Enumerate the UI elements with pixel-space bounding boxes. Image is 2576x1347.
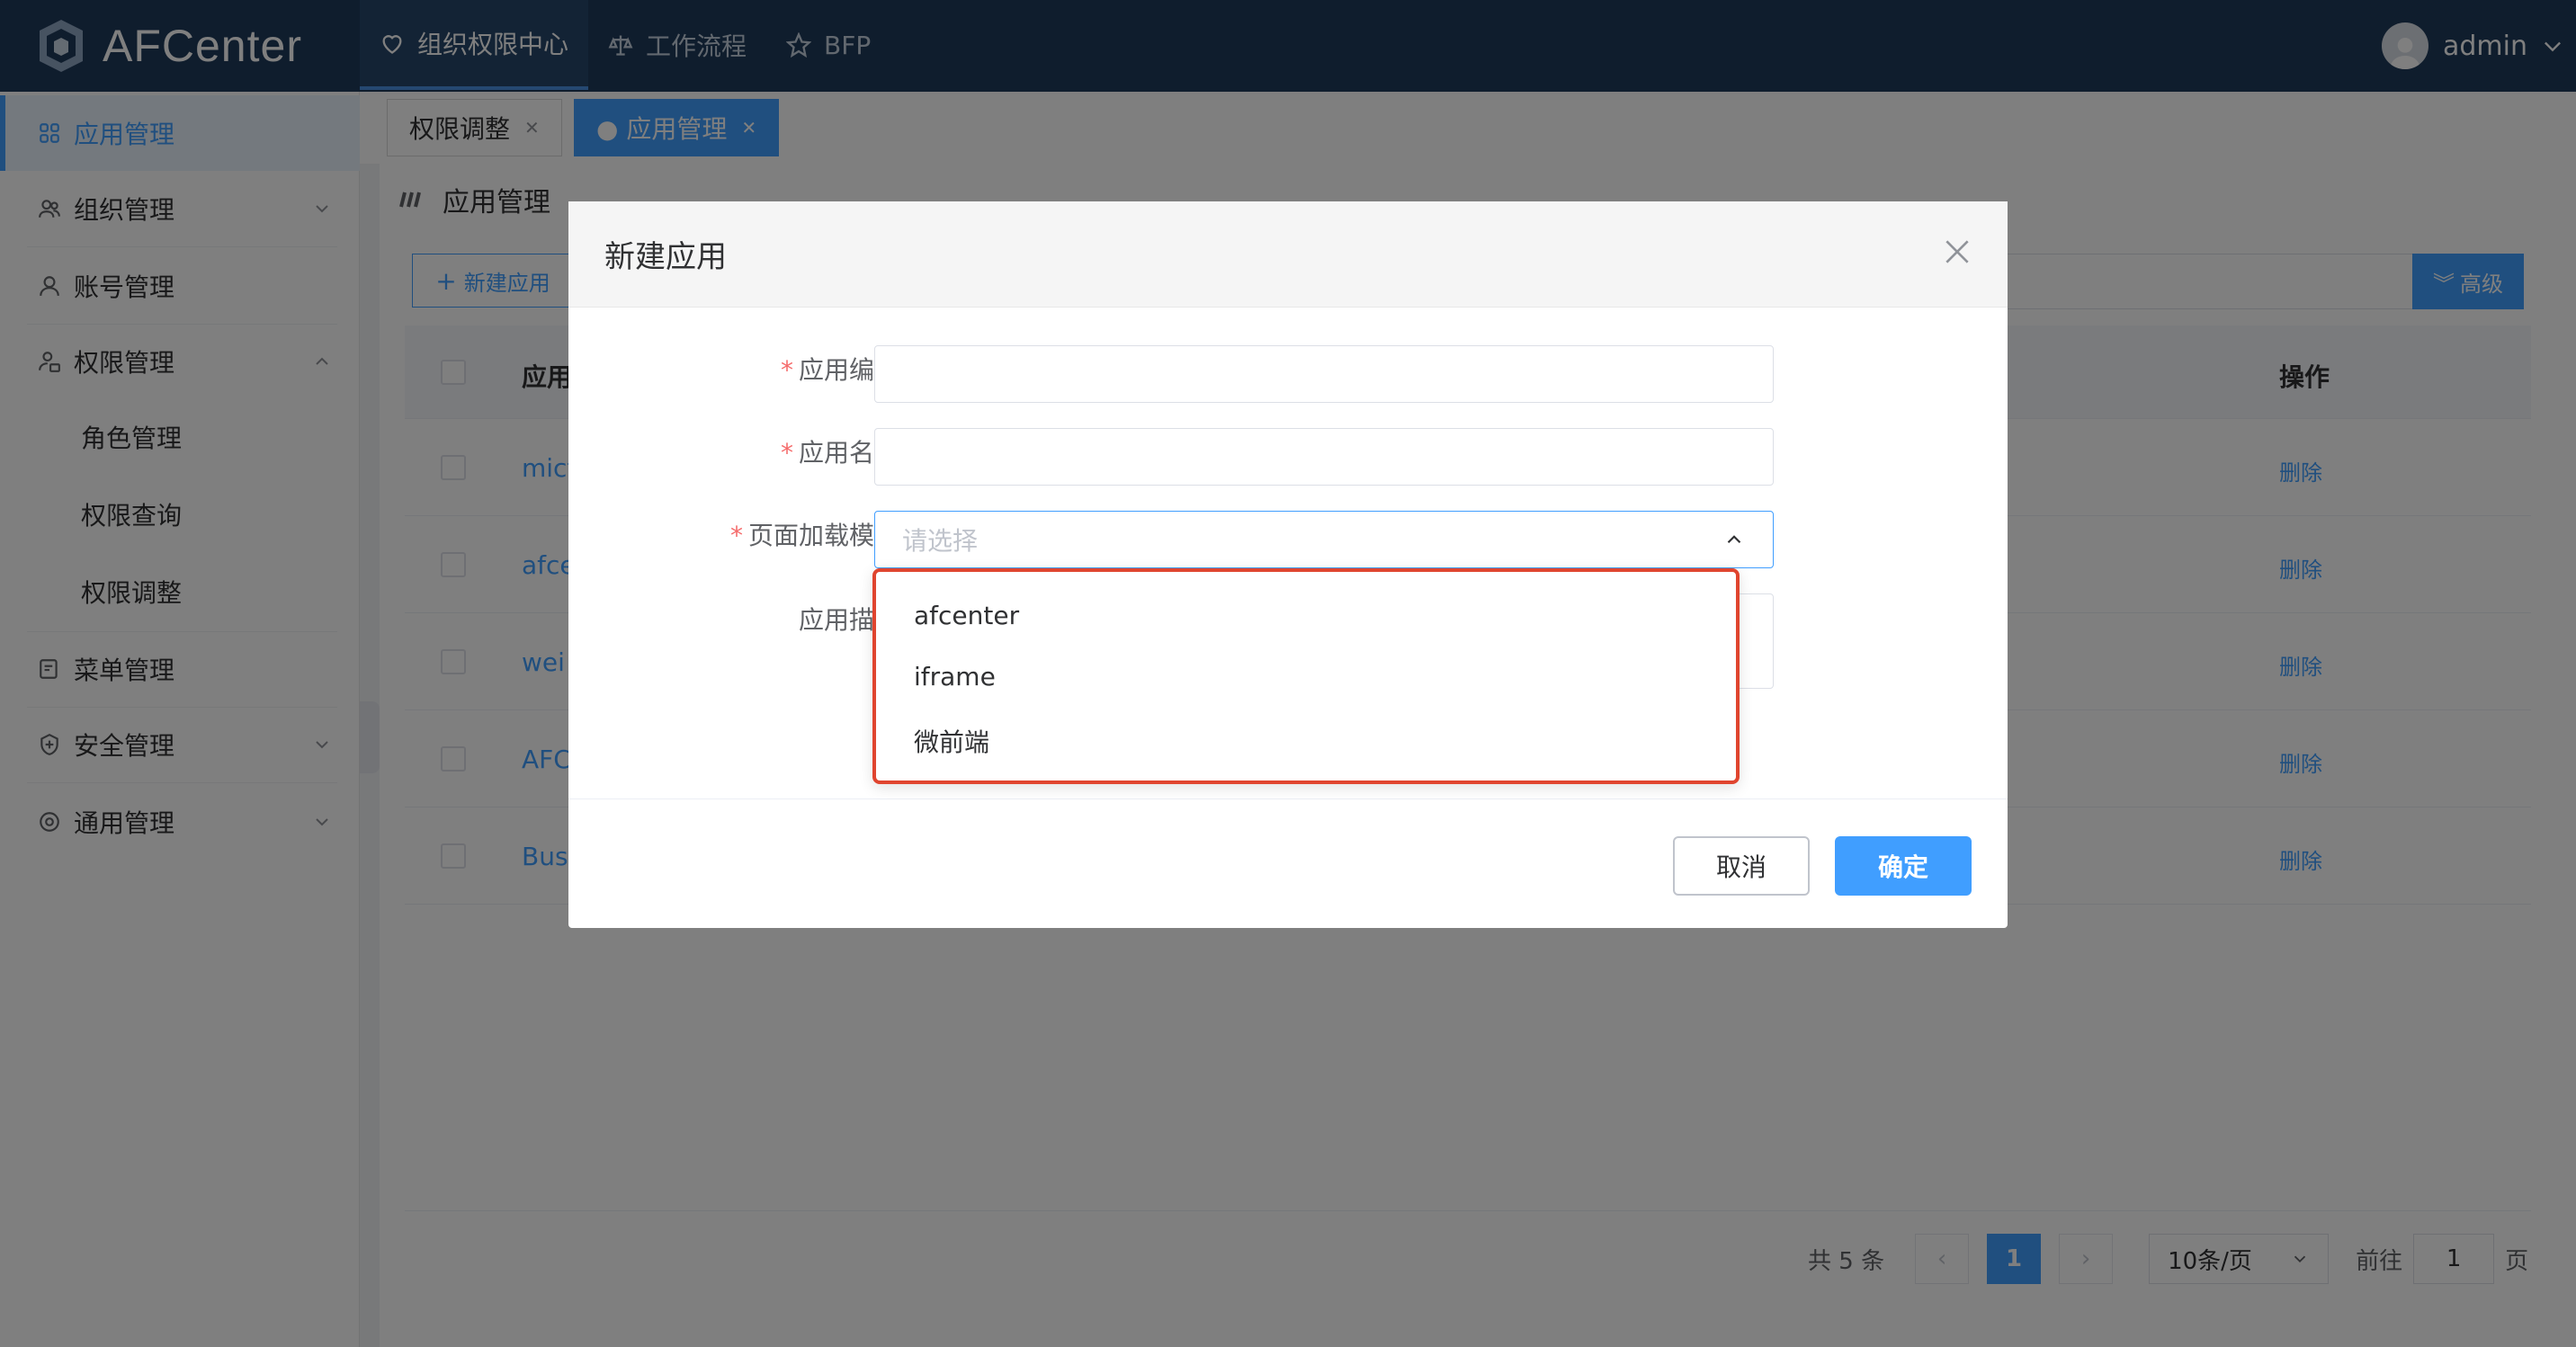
- new-app-dialog: 新建应用 * 应用编号 * 应用名称 * 页面加载模式 请选择 应用描述 取消 确定: [568, 201, 2008, 928]
- dropdown-option-iframe[interactable]: iframe: [914, 662, 996, 691]
- cancel-button[interactable]: 取消: [1673, 836, 1810, 896]
- dialog-close-button[interactable]: [1939, 234, 1975, 270]
- dialog-header: 新建应用: [568, 201, 2008, 308]
- dialog-title: 新建应用: [604, 239, 727, 275]
- divider: [568, 798, 2008, 799]
- select-placeholder: 请选择: [902, 526, 979, 556]
- chevron-up-icon: [1727, 535, 1741, 544]
- load-mode-select[interactable]: 请选择: [874, 511, 1774, 568]
- app-code-input[interactable]: [874, 345, 1774, 403]
- close-icon: [1945, 240, 1969, 263]
- app-name-input[interactable]: [874, 428, 1774, 486]
- dropdown-option-micro-frontend[interactable]: 微前端: [914, 723, 989, 759]
- load-mode-dropdown: afcenter iframe 微前端: [872, 568, 1740, 784]
- dropdown-option-afcenter[interactable]: afcenter: [914, 601, 1019, 630]
- confirm-button[interactable]: 确定: [1835, 836, 1972, 896]
